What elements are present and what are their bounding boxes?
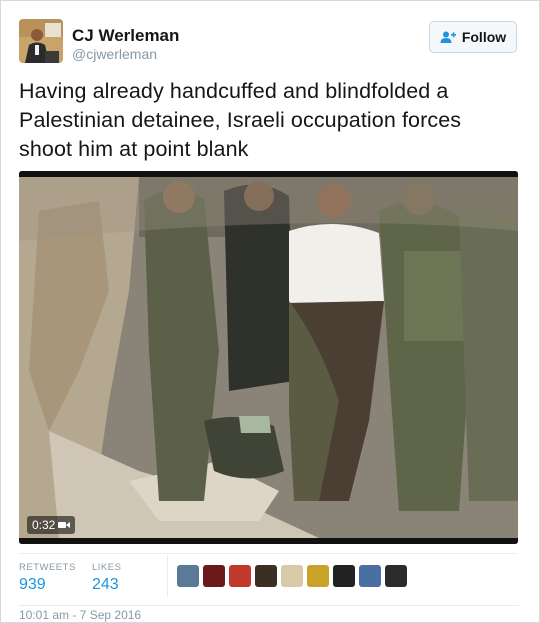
retweets-stat[interactable]: RETWEETS 939 bbox=[19, 562, 76, 594]
liker-avatar-7[interactable] bbox=[333, 565, 355, 587]
likes-count: 243 bbox=[92, 576, 119, 593]
liker-avatar-1[interactable] bbox=[177, 565, 199, 587]
liker-avatar-6[interactable] bbox=[307, 565, 329, 587]
tweet-stats: RETWEETS 939 LIKES 243 bbox=[19, 553, 517, 596]
author-photo bbox=[19, 19, 63, 63]
liker-avatar-2[interactable] bbox=[203, 565, 225, 587]
video-frame bbox=[19, 171, 518, 544]
video-duration: 0:32 bbox=[27, 516, 76, 534]
retweets-count: 939 bbox=[19, 576, 46, 593]
tweet-card: CJ Werleman @cjwerleman Follow Having al… bbox=[0, 0, 540, 623]
liker-avatar-9[interactable] bbox=[385, 565, 407, 587]
video-player[interactable]: 0:32 bbox=[19, 171, 518, 544]
liker-avatar-8[interactable] bbox=[359, 565, 381, 587]
liker-avatar-3[interactable] bbox=[229, 565, 251, 587]
tweet-text: Having already handcuffed and blindfolde… bbox=[19, 79, 462, 161]
follow-button[interactable]: Follow bbox=[429, 21, 517, 53]
liker-avatar-4[interactable] bbox=[255, 565, 277, 587]
liker-avatar-5[interactable] bbox=[281, 565, 303, 587]
stats-divider bbox=[167, 556, 168, 596]
follow-label: Follow bbox=[461, 29, 507, 45]
author-avatar[interactable] bbox=[19, 19, 63, 63]
video-camera-icon bbox=[58, 522, 71, 528]
likes-label: LIKES bbox=[92, 562, 122, 573]
liker-avatars bbox=[177, 565, 407, 587]
tweet-header: CJ Werleman @cjwerleman Follow bbox=[19, 19, 517, 65]
author-name[interactable]: CJ Werleman bbox=[72, 26, 179, 46]
author-handle[interactable]: @cjwerleman bbox=[72, 46, 157, 62]
video-duration-text: 0:32 bbox=[32, 518, 56, 532]
add-user-icon bbox=[440, 31, 456, 43]
retweets-label: RETWEETS bbox=[19, 562, 76, 573]
likes-stat[interactable]: LIKES 243 bbox=[92, 562, 121, 594]
tweet-timestamp[interactable]: 10:01 am - 7 Sep 2016 bbox=[19, 605, 519, 622]
